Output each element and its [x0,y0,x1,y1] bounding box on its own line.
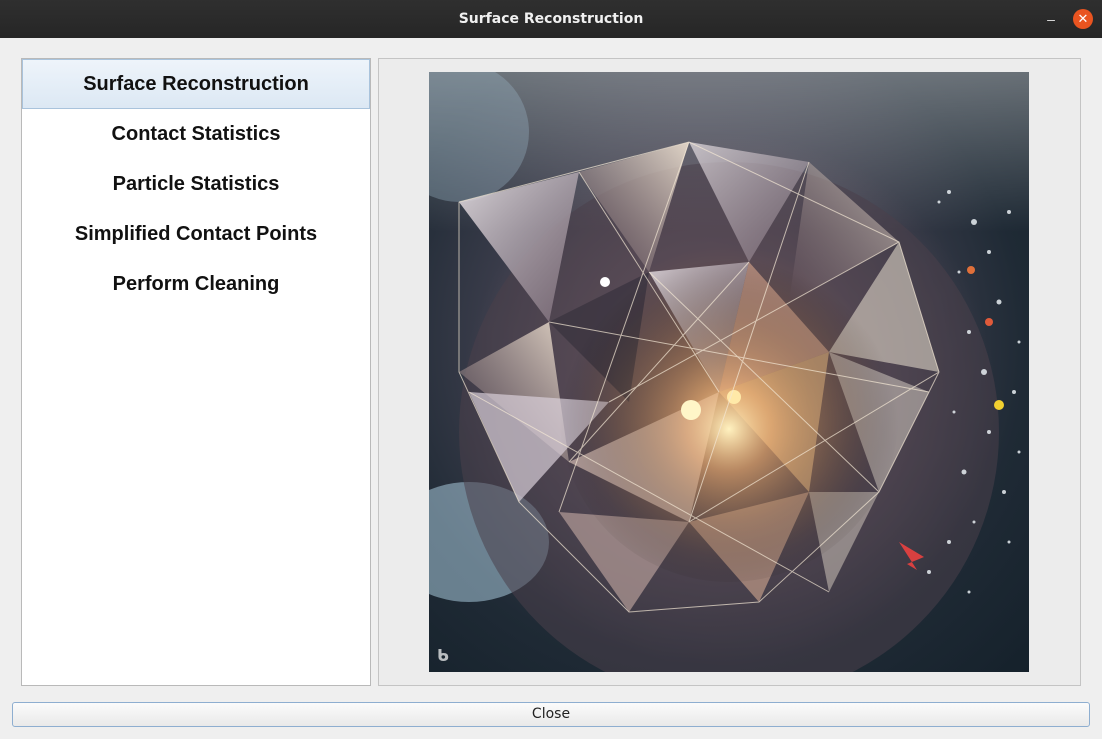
window-title: Surface Reconstruction [458,11,644,27]
menu-list: Surface Reconstruction Contact Statistic… [21,58,371,686]
list-item-particle-statistics[interactable]: Particle Statistics [22,159,370,209]
app-window: Surface Reconstruction – ✕ Surface Recon… [0,0,1102,739]
close-button[interactable]: Close [12,702,1090,727]
crystal-polyhedron-image [429,72,1029,672]
list-item-contact-statistics[interactable]: Contact Statistics [22,109,370,159]
minimize-button[interactable]: – [1043,10,1059,28]
list-item-perform-cleaning[interactable]: Perform Cleaning [22,259,370,309]
title-bar[interactable]: Surface Reconstruction – ✕ [0,0,1102,38]
preview-image: ᑲ [429,72,1029,672]
bing-icon: ᑲ [437,648,449,665]
list-item-surface-reconstruction[interactable]: Surface Reconstruction [22,59,370,109]
list-item-simplified-contact-points[interactable]: Simplified Contact Points [22,209,370,259]
close-window-button[interactable]: ✕ [1073,9,1093,29]
